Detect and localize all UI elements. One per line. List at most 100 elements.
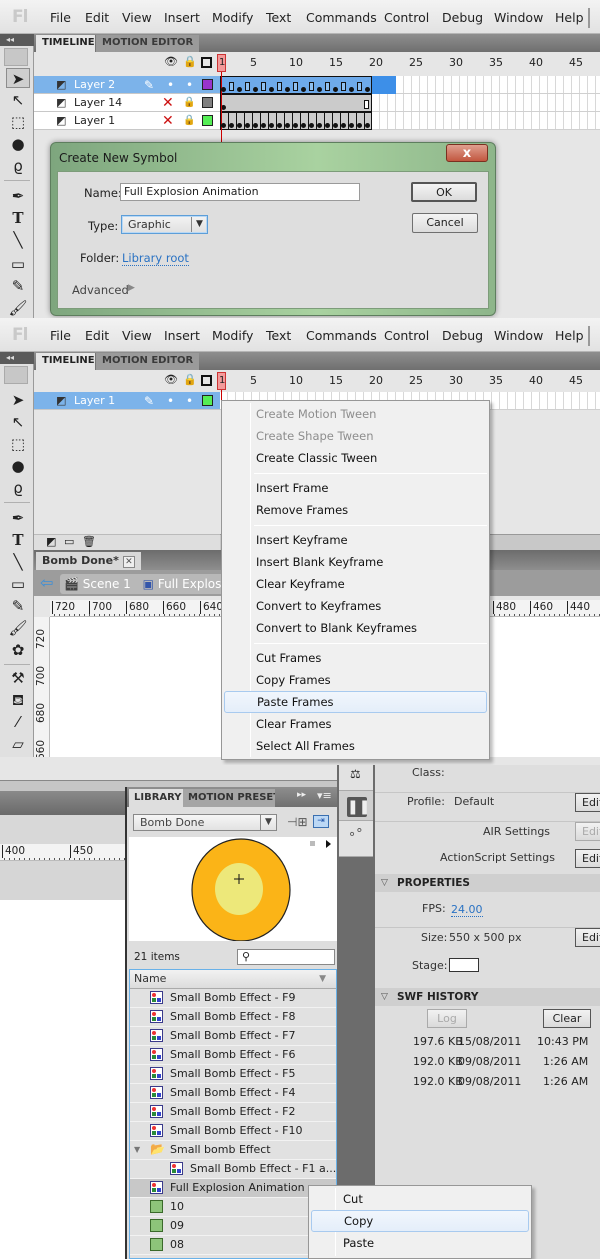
outline-icon[interactable] — [201, 375, 212, 386]
3d-rotation-tool-icon[interactable]: ● — [6, 134, 30, 154]
keyframe-dot[interactable] — [349, 87, 354, 92]
keyframe-dot[interactable] — [269, 87, 274, 92]
menu-item-clear-keyframe[interactable]: Clear Keyframe — [224, 573, 487, 595]
library-item[interactable]: ▼ 📂 Small bomb Effect — [130, 1141, 336, 1160]
end-frame-marker[interactable] — [229, 82, 234, 91]
expand-triangle-icon[interactable]: ▼ — [134, 1141, 140, 1159]
free-transform-tool-icon[interactable]: ⬚ — [6, 434, 30, 454]
layer-row[interactable]: ◩ Layer 1 ✕ 🔒 — [34, 112, 220, 130]
end-frame-marker[interactable] — [309, 82, 314, 91]
motion-presets-panel-icon[interactable]: ∘° — [339, 821, 373, 857]
library-item[interactable]: 08 — [130, 1236, 336, 1255]
layer-color-swatch[interactable] — [202, 97, 213, 108]
menu-item-copy-frames[interactable]: Copy Frames — [224, 669, 487, 691]
end-frame-marker[interactable] — [357, 82, 362, 91]
library-item[interactable]: Small Bomb Effect - F9 — [130, 989, 336, 1008]
library-item[interactable]: Small Bomb Effect - F1 a... — [130, 1160, 336, 1179]
menu-item-copy[interactable]: Copy — [311, 1210, 529, 1232]
menu-item-cut-frames[interactable]: Cut Frames — [224, 647, 487, 669]
lasso-tool-icon[interactable]: ϱ — [6, 156, 30, 176]
library-item[interactable]: 10 — [130, 1198, 336, 1217]
frame-selection-extension[interactable] — [372, 76, 396, 94]
keyframe-dot[interactable] — [221, 87, 226, 92]
visible-dot[interactable]: • — [167, 392, 174, 410]
menu-item-insert-keyframe[interactable]: Insert Keyframe — [224, 529, 487, 551]
lasso-tool-icon[interactable]: ϱ — [6, 478, 30, 498]
end-frame-marker[interactable] — [325, 82, 330, 91]
selection-tool-icon[interactable]: ➤ — [6, 390, 30, 410]
keyframe-dot[interactable] — [301, 123, 306, 128]
end-frame-marker[interactable] — [364, 100, 369, 109]
end-frame-marker[interactable] — [293, 82, 298, 91]
library-item[interactable]: 09 — [130, 1217, 336, 1236]
outline-icon[interactable] — [201, 57, 212, 68]
library-panel-icon[interactable]: ❚❚ — [339, 791, 373, 821]
fps-value[interactable]: 24.00 — [451, 903, 483, 917]
library-item[interactable]: Small Bomb Effect - F5 — [130, 1065, 336, 1084]
keyframe-dot[interactable] — [333, 123, 338, 128]
menu-item-convert-to-keyframes[interactable]: Convert to Keyframes — [224, 595, 487, 617]
visible-dot[interactable]: • — [167, 76, 174, 94]
eye-icon[interactable]: 👁 — [164, 55, 178, 68]
panel-grip[interactable] — [4, 48, 28, 66]
keyframe-dot[interactable] — [365, 87, 370, 92]
pencil-tool-icon[interactable]: ✎ — [6, 276, 30, 296]
menu-debug[interactable]: Debug — [442, 10, 483, 25]
keyframe-dot[interactable] — [285, 123, 290, 128]
end-frame-marker[interactable] — [277, 82, 282, 91]
lock-icon[interactable]: 🔒 — [183, 55, 197, 68]
layer-color-swatch[interactable] — [202, 79, 213, 90]
library-item[interactable]: Small Bomb Effect - F4 — [130, 1084, 336, 1103]
hidden-x-icon[interactable]: ✕ — [162, 112, 174, 130]
section-properties[interactable]: ▽ PROPERTIES — [375, 874, 600, 892]
stage-canvas[interactable] — [0, 900, 125, 1259]
menu-modify[interactable]: Modify — [212, 328, 253, 343]
menu-item-remove-frames[interactable]: Remove Frames — [224, 499, 487, 521]
text-tool-icon[interactable]: T — [6, 208, 30, 228]
paint-bucket-tool-icon[interactable]: ⛾ — [6, 690, 30, 710]
menu-item-cut[interactable]: Cut — [311, 1188, 529, 1210]
expand-panel-icon[interactable]: ▸▸ — [297, 790, 306, 800]
document-tab[interactable]: Bomb Done* ✕ — [36, 552, 141, 570]
tab-library[interactable]: LIBRARY — [129, 789, 187, 807]
menu-view[interactable]: View — [122, 328, 152, 343]
breadcrumb-scene[interactable]: Scene 1 — [83, 577, 131, 591]
menu-debug[interactable]: Debug — [442, 328, 483, 343]
eyedropper-tool-icon[interactable]: ⁄ — [6, 712, 30, 732]
rectangle-tool-icon[interactable]: ▭ — [6, 574, 30, 594]
text-tool-icon[interactable]: T — [6, 530, 30, 550]
library-item[interactable]: Small Bomb Effect - F6 — [130, 1046, 336, 1065]
tab-timeline[interactable]: TIMELINE — [36, 353, 101, 370]
menu-window[interactable]: Window — [494, 10, 543, 25]
collapse-icon[interactable]: ◂◂ — [0, 352, 34, 364]
breadcrumb-symbol[interactable]: Full Explosi — [158, 577, 225, 591]
layer-color-swatch[interactable] — [202, 115, 213, 126]
align-panel-icon[interactable]: ⚖ — [339, 765, 373, 791]
symbol-name-input[interactable]: Full Explosion Animation — [120, 183, 360, 201]
menu-item-paste-frames[interactable]: Paste Frames — [224, 691, 487, 713]
sort-icon[interactable]: ▼ — [319, 970, 326, 988]
free-transform-tool-icon[interactable]: ⬚ — [6, 112, 30, 132]
keyframe-dot[interactable] — [277, 123, 282, 128]
menu-control[interactable]: Control — [384, 328, 429, 343]
selection-tool-icon[interactable]: ➤ — [6, 68, 30, 88]
clear-button[interactable]: Clear — [543, 1009, 591, 1028]
new-layer-icon[interactable]: ◩ — [46, 535, 56, 548]
keyframe-dot[interactable] — [285, 87, 290, 92]
brush-tool-icon[interactable]: 🖌 — [6, 298, 30, 318]
menu-text[interactable]: Text — [266, 328, 291, 343]
unlock-dot[interactable]: • — [186, 392, 193, 410]
tab-motion-presets[interactable]: MOTION PRESETS — [183, 789, 275, 807]
library-item[interactable]: Small Bomb Effect - F7 — [130, 1027, 336, 1046]
actionscript-edit-button[interactable]: Edit — [575, 849, 600, 868]
menu-commands[interactable]: Commands — [306, 10, 377, 25]
line-tool-icon[interactable]: ╲ — [6, 230, 30, 250]
menu-help[interactable]: Help — [555, 328, 584, 343]
menu-item-create-classic-tween[interactable]: Create Classic Tween — [224, 447, 487, 469]
stage-color-swatch[interactable] — [449, 958, 479, 972]
keyframe-dot[interactable] — [333, 87, 338, 92]
keyframe-dot[interactable] — [269, 123, 274, 128]
menu-item-clear-frames[interactable]: Clear Frames — [224, 713, 487, 735]
keyframe-dot[interactable] — [357, 123, 362, 128]
deco-tool-icon[interactable]: ✿ — [6, 640, 30, 660]
